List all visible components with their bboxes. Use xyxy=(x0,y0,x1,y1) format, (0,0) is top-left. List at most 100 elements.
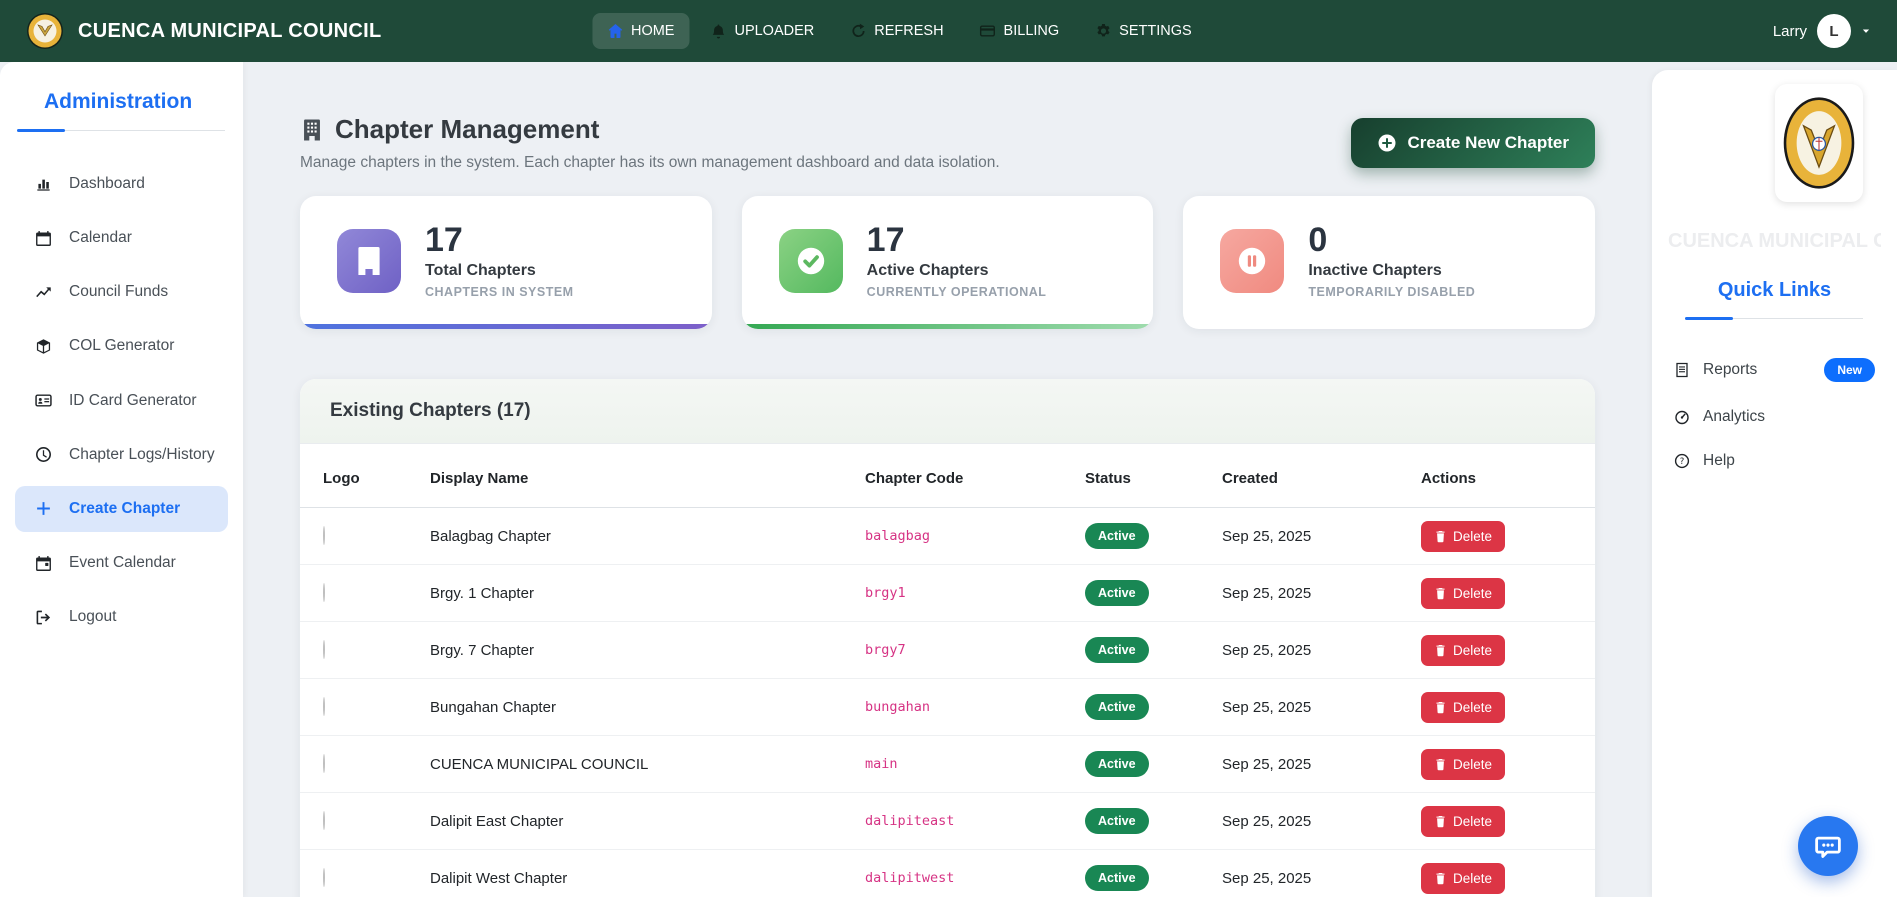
stat-sublabel: CURRENTLY OPERATIONAL xyxy=(867,285,1047,299)
status-badge: Active xyxy=(1085,808,1149,834)
table-row: Brgy. 1 Chapter brgy1 Active Sep 25, 202… xyxy=(300,565,1595,622)
chapter-logo xyxy=(323,697,325,716)
stat-card-active-chapters: 17 Active Chapters CURRENTLY OPERATIONAL xyxy=(742,196,1154,329)
chapter-logo xyxy=(323,868,325,887)
table-row: Brgy. 7 Chapter brgy7 Active Sep 25, 202… xyxy=(300,622,1595,679)
gear-icon xyxy=(1095,23,1111,39)
column-header-actions: Actions xyxy=(1421,470,1572,487)
delete-button[interactable]: Delete xyxy=(1421,521,1505,552)
building-icon xyxy=(353,245,385,277)
user-name: Larry xyxy=(1773,23,1807,40)
chapter-code: bungahan xyxy=(865,699,1085,715)
chapter-display-name: Balagbag Chapter xyxy=(430,528,865,545)
table-row: CUENCA MUNICIPAL COUNCIL main Active Sep… xyxy=(300,736,1595,793)
chapter-code: balagbag xyxy=(865,528,1085,544)
main-nav: HOME UPLOADER REFRESH BILLING SETTINGS xyxy=(592,0,1207,62)
stat-card-total-chapters: 17 Total Chapters CHAPTERS IN SYSTEM xyxy=(300,196,712,329)
chapter-logo xyxy=(323,811,325,830)
sidebar-item-label: Logout xyxy=(69,607,116,627)
credit-card-icon xyxy=(980,23,996,39)
delete-button[interactable]: Delete xyxy=(1421,692,1505,723)
nav-item-settings[interactable]: SETTINGS xyxy=(1080,13,1207,49)
delete-button[interactable]: Delete xyxy=(1421,863,1505,894)
chapter-logo xyxy=(323,583,325,602)
sidebar-item-label: Council Funds xyxy=(69,282,168,302)
calendar-icon xyxy=(35,230,52,247)
nav-item-uploader[interactable]: UPLOADER xyxy=(695,13,829,49)
column-header-name: Display Name xyxy=(430,470,865,487)
quick-link-label: Help xyxy=(1703,452,1735,470)
sidebar-item-calendar[interactable]: Calendar xyxy=(15,215,228,261)
nav-item-home[interactable]: HOME xyxy=(592,13,690,49)
council-seal-image xyxy=(1775,84,1863,202)
chapter-display-name: Bungahan Chapter xyxy=(430,699,865,716)
stat-sublabel: CHAPTERS IN SYSTEM xyxy=(425,285,574,299)
column-header-logo: Logo xyxy=(323,470,430,487)
sidebar-item-chapter-logs-history[interactable]: Chapter Logs/History xyxy=(15,432,228,478)
existing-chapters-panel: Existing Chapters (17) Logo Display Name… xyxy=(300,379,1595,897)
sidebar-item-label: Chapter Logs/History xyxy=(69,445,215,465)
bar-chart-icon xyxy=(35,176,52,193)
stat-label: Total Chapters xyxy=(425,262,574,280)
user-menu[interactable]: Larry L xyxy=(1773,14,1871,48)
sidebar-item-event-calendar[interactable]: Event Calendar xyxy=(15,540,228,586)
sidebar-item-id-card-generator[interactable]: ID Card Generator xyxy=(15,378,228,424)
column-header-created: Created xyxy=(1222,470,1421,487)
sidebar-item-logout[interactable]: Logout xyxy=(15,594,228,640)
sidebar-item-council-funds[interactable]: Council Funds xyxy=(15,269,228,315)
table-row: Balagbag Chapter balagbag Active Sep 25,… xyxy=(300,508,1595,565)
app-title: CUENCA MUNICIPAL COUNCIL xyxy=(78,20,382,43)
status-badge: Active xyxy=(1085,865,1149,891)
quick-links-sidebar: CUENCA MUNICIPAL COUNCIL Quick Links Rep… xyxy=(1652,70,1897,897)
chat-fab-button[interactable] xyxy=(1798,816,1858,876)
chapter-logo xyxy=(323,754,325,773)
chapter-code: brgy7 xyxy=(865,642,1085,658)
delete-button[interactable]: Delete xyxy=(1421,806,1505,837)
refresh-icon xyxy=(850,23,866,39)
delete-button[interactable]: Delete xyxy=(1421,578,1505,609)
new-badge: New xyxy=(1824,358,1875,382)
quick-link-analytics[interactable]: Analytics xyxy=(1668,395,1881,439)
create-new-chapter-button[interactable]: Create New Chapter xyxy=(1351,118,1595,168)
sidebar-item-create-chapter[interactable]: Create Chapter xyxy=(15,486,228,532)
building-icon xyxy=(300,118,324,142)
nav-item-label: SETTINGS xyxy=(1119,23,1192,39)
quick-link-reports[interactable]: Reports New xyxy=(1668,345,1881,395)
avatar[interactable]: L xyxy=(1817,14,1851,48)
main-content: Chapter Management Manage chapters in th… xyxy=(243,62,1652,897)
page-subtitle: Manage chapters in the system. Each chap… xyxy=(300,154,1000,172)
svg-text:?: ? xyxy=(1680,457,1685,467)
file-text-icon xyxy=(1674,362,1690,378)
created-date: Sep 25, 2025 xyxy=(1222,528,1421,545)
chapter-logo xyxy=(323,640,325,659)
stat-label: Active Chapters xyxy=(867,262,1047,280)
sidebar-item-dashboard[interactable]: Dashboard xyxy=(15,161,228,207)
trash-icon xyxy=(1434,872,1447,885)
stat-sublabel: TEMPORARILY DISABLED xyxy=(1308,285,1475,299)
pause-circle-icon xyxy=(1236,245,1268,277)
sidebar-nav: Dashboard Calendar Council Funds COL Gen… xyxy=(0,161,243,640)
delete-button[interactable]: Delete xyxy=(1421,749,1505,780)
sidebar-item-label: Calendar xyxy=(69,228,132,248)
brand: CUENCA MUNICIPAL COUNCIL xyxy=(26,12,382,50)
delete-button[interactable]: Delete xyxy=(1421,635,1505,666)
logout-icon xyxy=(35,609,52,626)
trash-icon xyxy=(1434,701,1447,714)
clock-icon xyxy=(35,446,52,463)
created-date: Sep 25, 2025 xyxy=(1222,813,1421,830)
quick-link-help[interactable]: ? Help xyxy=(1668,439,1881,483)
nav-item-label: UPLOADER xyxy=(734,23,814,39)
sidebar-item-col-generator[interactable]: COL Generator xyxy=(15,323,228,369)
nav-item-label: REFRESH xyxy=(874,23,943,39)
chapter-code: dalipitwest xyxy=(865,870,1085,886)
trash-icon xyxy=(1434,644,1447,657)
trash-icon xyxy=(1434,815,1447,828)
chat-bubble-icon xyxy=(1814,832,1842,860)
chapter-display-name: Dalipit West Chapter xyxy=(430,870,865,887)
quick-links-list: Reports New Analytics ? Help xyxy=(1668,345,1881,483)
page-title: Chapter Management xyxy=(300,114,1000,145)
table-header-row: Logo Display Name Chapter Code Status Cr… xyxy=(300,444,1595,508)
nav-item-refresh[interactable]: REFRESH xyxy=(835,13,958,49)
nav-item-billing[interactable]: BILLING xyxy=(965,13,1075,49)
graph-up-icon xyxy=(35,284,52,301)
